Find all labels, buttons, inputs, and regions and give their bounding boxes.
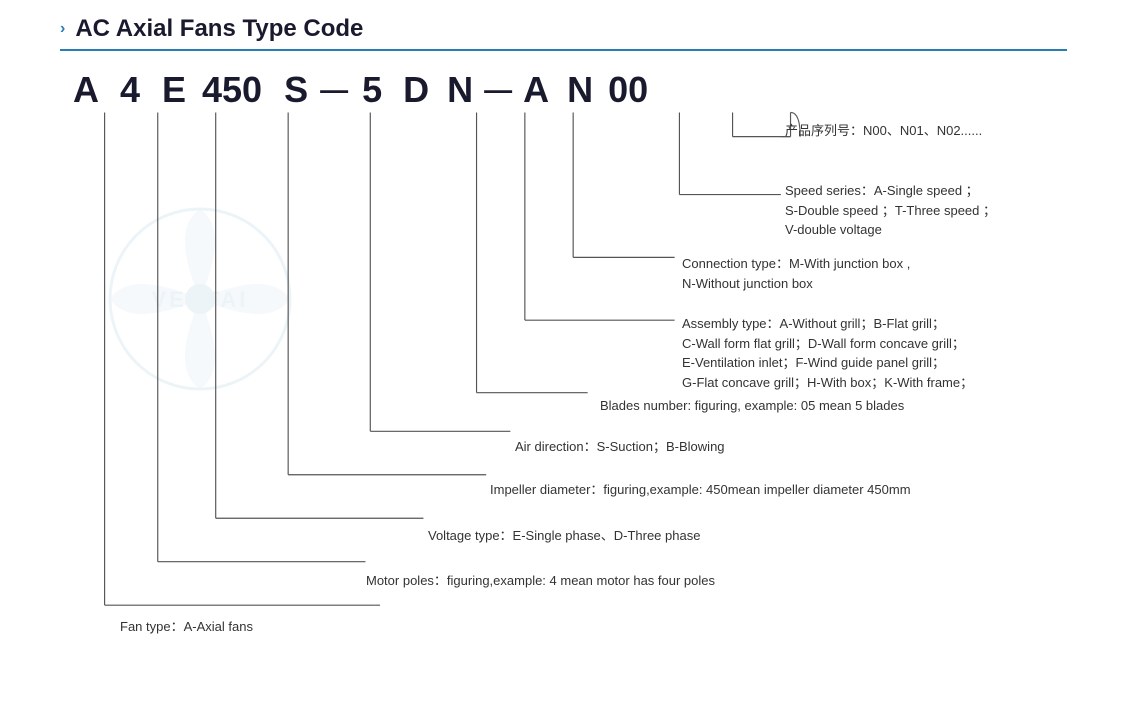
code-A: A [70,69,102,111]
chevron-icon: › [60,20,65,38]
code-A2: A [520,69,552,111]
impeller-diameter-label: Impeller diameter：figuring,example: 450m… [490,480,911,500]
code-N: N [444,69,476,111]
connection-type-label: Connection type：M-With junction box , N-… [682,254,910,293]
code-4: 4 [114,69,146,111]
code-00: 00 [608,69,648,111]
page-title: AC Axial Fans Type Code [75,15,363,43]
diagram-area: VENTAI [60,69,1067,639]
code-D: D [400,69,432,111]
product-series-label: 产品序列号：N00、N01、N02...... [785,121,982,141]
code-5: 5 [356,69,388,111]
code-dash1: — [320,74,348,106]
fan-type-label: Fan type：A-Axial fans [120,617,253,637]
code-dash2: — [484,74,512,106]
code-S: S [280,69,312,111]
speed-series-label: Speed series：A-Single speed ； S-Double s… [785,181,996,240]
page-container: › AC Axial Fans Type Code VENTAI [0,0,1127,711]
code-450: 450 [202,69,262,111]
title-divider [60,49,1067,51]
code-N2: N [564,69,596,111]
air-direction-label: Air direction：S-Suction；B-Blowing [515,437,725,457]
voltage-type-label: Voltage type：E-Single phase、D-Three phas… [428,526,700,546]
code-E: E [158,69,190,111]
motor-poles-label: Motor poles：figuring,example: 4 mean mot… [366,571,715,591]
code-row: A 4 E 450 S — 5 D N — A N 00 [70,69,648,111]
blades-number-label: Blades number: figuring, example: 05 mea… [600,396,904,416]
title-section: › AC Axial Fans Type Code [60,15,1067,43]
assembly-type-label: Assembly type：A-Without grill；B-Flat gri… [682,314,973,392]
